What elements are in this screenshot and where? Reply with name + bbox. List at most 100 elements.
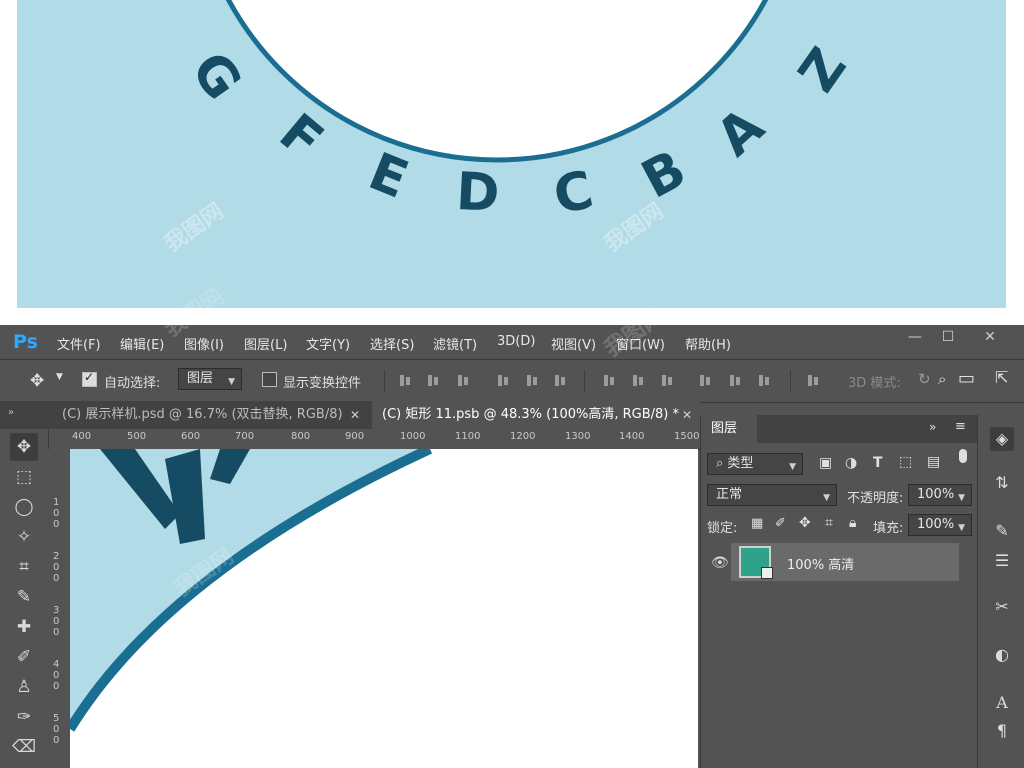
- mode-3d-label: 3D 模式:: [848, 376, 901, 391]
- distribute-horizontal-icon[interactable]: [728, 373, 742, 387]
- lock-position-icon[interactable]: ✥: [799, 515, 811, 531]
- rotate-3d-icon[interactable]: ↻: [918, 370, 931, 388]
- layer-item[interactable]: 100% 高清: [731, 543, 959, 581]
- opacity-field[interactable]: 100% ▼: [908, 484, 972, 506]
- lock-all-icon[interactable]: 🔒︎: [849, 515, 856, 531]
- search-icon[interactable]: ⌕: [938, 370, 946, 388]
- filter-adjustment-icon[interactable]: ◑: [845, 455, 857, 471]
- crop-tool-icon[interactable]: ⌗: [10, 553, 38, 581]
- adjustments-icon[interactable]: ⇅: [990, 471, 1014, 495]
- properties-icon[interactable]: ☰: [990, 549, 1014, 573]
- close-icon[interactable]: ✕: [350, 401, 360, 429]
- ring-letter-a: A: [706, 97, 776, 169]
- distribute-top-icon[interactable]: [602, 373, 616, 387]
- tab-rectangle-document[interactable]: (C) 矩形 11.psb @ 48.3% (100%高清, RGB/8) * …: [372, 401, 700, 429]
- filter-shape-icon[interactable]: ⬚: [899, 454, 912, 470]
- lock-pixels-icon[interactable]: ✐: [775, 516, 786, 531]
- blend-mode-dropdown[interactable]: 正常 ▼: [707, 484, 837, 506]
- fill-value: 100%: [917, 517, 955, 532]
- tools-panel: ✥ ⬚ ◯ ✧ ⌗ ✎ ✚ ✐ ♙ ✑ ⌫: [0, 429, 49, 768]
- align-left-icon[interactable]: [496, 373, 510, 387]
- align-bottom-icon[interactable]: [456, 373, 470, 387]
- menu-bar: Ps 文件(F) 编辑(E) 图像(I) 图层(L) 文字(Y) 选择(S) 滤…: [0, 325, 1024, 359]
- ring-letter-c: C: [549, 160, 599, 227]
- filter-pixel-icon[interactable]: ▣: [819, 455, 832, 471]
- lasso-tool-icon[interactable]: ◯: [10, 493, 38, 521]
- show-transform-checkbox[interactable]: [262, 372, 277, 387]
- brush-tool-icon[interactable]: ✐: [10, 643, 38, 671]
- eye-icon[interactable]: 👁︎: [711, 555, 729, 571]
- distribute-center-icon[interactable]: [631, 373, 645, 387]
- layers-icon[interactable]: ◈: [990, 427, 1014, 451]
- tab-mockup-document[interactable]: (C) 展示样机.psd @ 16.7% (双击替换, RGB/8) ✕: [52, 401, 368, 429]
- menu-help[interactable]: 帮助(H): [685, 334, 731, 353]
- opacity-label: 不透明度:: [847, 491, 904, 506]
- filter-type-icon[interactable]: T: [873, 455, 883, 471]
- align-vertical-center-icon[interactable]: [426, 373, 440, 387]
- menu-layer[interactable]: 图层(L): [244, 334, 287, 353]
- auto-select-label: 自动选择:: [104, 376, 161, 391]
- eraser-tool-icon[interactable]: ⌫: [10, 733, 38, 761]
- ruler-label: 400: [72, 431, 92, 442]
- minimize-button[interactable]: —: [905, 329, 925, 347]
- menu-select[interactable]: 选择(S): [370, 334, 414, 353]
- layer-filter-dropdown[interactable]: ⌕ 类型 ▼: [707, 453, 803, 475]
- menu-edit[interactable]: 编辑(E): [120, 334, 164, 353]
- eyedropper-tool-icon[interactable]: ✎: [10, 583, 38, 611]
- menu-file[interactable]: 文件(F): [57, 334, 101, 353]
- share-icon[interactable]: ⇱: [995, 368, 1008, 387]
- stamp-tool-icon[interactable]: ♙: [10, 673, 38, 701]
- lock-artboard-icon[interactable]: ⌗: [825, 515, 833, 531]
- color-icon[interactable]: ◐: [990, 643, 1014, 667]
- menu-3d[interactable]: 3D(D): [497, 334, 535, 349]
- healing-brush-tool-icon[interactable]: ✚: [10, 613, 38, 641]
- layer-filter-value: 类型: [727, 456, 754, 471]
- maximize-button[interactable]: ☐: [938, 329, 958, 347]
- filter-smart-object-icon[interactable]: ▤: [927, 454, 940, 470]
- blend-mode-value: 正常: [716, 487, 743, 502]
- menu-image[interactable]: 图像(I): [184, 334, 224, 353]
- menu-window[interactable]: 窗口(W): [616, 334, 665, 353]
- tab-layers[interactable]: 图层: [701, 415, 757, 443]
- tools-icon[interactable]: ✂: [990, 595, 1014, 619]
- auto-align-icon[interactable]: [806, 373, 820, 387]
- move-tool-icon[interactable]: ✥: [10, 433, 38, 461]
- layer-name[interactable]: 100% 高清: [787, 554, 854, 573]
- document-canvas[interactable]: [70, 449, 698, 768]
- align-top-icon[interactable]: [398, 373, 412, 387]
- distribute-bottom-icon[interactable]: [660, 373, 674, 387]
- ring-letter-f: F: [268, 103, 334, 172]
- chevron-down-icon: ▼: [789, 462, 796, 472]
- search-icon: ⌕: [716, 456, 728, 471]
- ruler-label: 300: [53, 605, 60, 638]
- panel-menu-icon[interactable]: ≡: [955, 419, 966, 434]
- separator: [384, 370, 385, 392]
- lock-transparent-icon[interactable]: ▦: [751, 516, 763, 531]
- paragraph-icon[interactable]: ¶: [990, 719, 1014, 743]
- fill-field[interactable]: 100% ▼: [908, 514, 972, 536]
- workspace-icon[interactable]: ▭: [958, 368, 975, 389]
- distribute-right-icon[interactable]: [757, 373, 771, 387]
- character-icon[interactable]: A: [990, 691, 1014, 715]
- ruler-label: 200: [53, 551, 60, 584]
- collapse-icon[interactable]: »: [929, 420, 936, 434]
- marquee-tool-icon[interactable]: ⬚: [10, 463, 38, 491]
- expand-panels-icon[interactable]: »: [8, 407, 14, 418]
- distribute-left-icon[interactable]: [698, 373, 712, 387]
- auto-select-checkbox[interactable]: [82, 370, 97, 387]
- align-horizontal-center-icon[interactable]: [525, 373, 539, 387]
- auto-select-target-dropdown[interactable]: 图层 ▼: [178, 368, 242, 390]
- menu-type[interactable]: 文字(Y): [306, 334, 350, 353]
- brush-settings-icon[interactable]: ✎: [990, 519, 1014, 543]
- close-button[interactable]: ✕: [980, 329, 1000, 347]
- align-right-icon[interactable]: [553, 373, 567, 387]
- chevron-down-icon[interactable]: ▼: [56, 372, 63, 382]
- close-icon[interactable]: ✕: [682, 401, 692, 429]
- menu-filter[interactable]: 滤镜(T): [433, 334, 477, 353]
- filter-toggle-icon[interactable]: [959, 449, 967, 463]
- magic-wand-tool-icon[interactable]: ✧: [10, 523, 38, 551]
- history-brush-tool-icon[interactable]: ✑: [10, 703, 38, 731]
- menu-view[interactable]: 视图(V): [551, 334, 596, 353]
- move-tool-preset-icon[interactable]: ✥: [30, 371, 44, 391]
- ruler-label: 600: [181, 431, 201, 442]
